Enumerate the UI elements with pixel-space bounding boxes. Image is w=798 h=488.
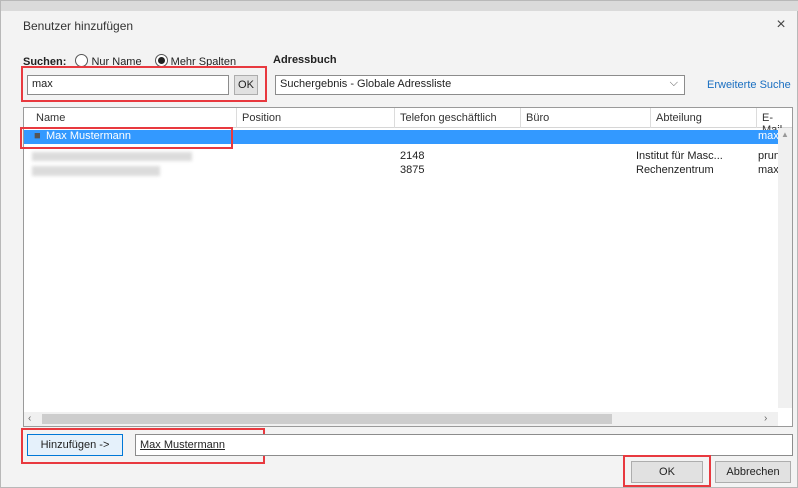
results-list[interactable]: Name Position Telefon geschäftlich Büro … <box>20 107 793 427</box>
row-email: maxi <box>758 164 778 176</box>
row-email: max <box>758 130 779 142</box>
table-row[interactable]: 2148 Institut für Masc... prun <box>24 150 792 164</box>
redacted-name <box>32 152 192 161</box>
search-ok-button[interactable]: OK <box>234 75 258 95</box>
cancel-button[interactable]: Abbrechen <box>715 461 791 483</box>
addressbook-selected: Suchergebnis - Globale Adressliste <box>280 78 452 90</box>
selection-highlight-frame <box>20 127 233 149</box>
table-row[interactable]: 3875 Rechenzentrum maxi <box>24 164 792 178</box>
advanced-search-link[interactable]: Erweiterte Suche <box>707 79 791 91</box>
addressbook-label: Adressbuch <box>273 54 337 66</box>
col-phone[interactable]: Telefon geschäftlich <box>400 112 497 124</box>
vertical-scrollbar[interactable]: ▲ <box>778 128 792 408</box>
add-button[interactable]: Hinzufügen -> <box>27 434 123 456</box>
selected-users-field[interactable]: Max Mustermann <box>135 434 793 456</box>
add-user-dialog: Benutzer hinzufügen × Suchen: Nur Name M… <box>0 0 798 488</box>
row-phone: 3875 <box>400 164 425 176</box>
row-phone: 2148 <box>400 150 425 162</box>
col-office[interactable]: Büro <box>526 112 549 124</box>
col-department[interactable]: Abteilung <box>656 112 702 124</box>
scroll-up-icon[interactable]: ▲ <box>781 130 789 139</box>
row-email: prun <box>758 150 778 162</box>
selected-user: Max Mustermann <box>140 439 225 451</box>
row-department: Rechenzentrum <box>636 164 714 176</box>
redacted-name <box>32 166 160 176</box>
row-department: Institut für Masc... <box>636 150 723 162</box>
col-name[interactable]: Name <box>36 112 65 124</box>
close-icon[interactable]: × <box>771 15 791 35</box>
window-top-strip <box>1 1 798 11</box>
col-position[interactable]: Position <box>242 112 281 124</box>
ok-button[interactable]: OK <box>631 461 703 483</box>
table-header: Name Position Telefon geschäftlich Büro … <box>24 108 792 136</box>
scrollbar-thumb[interactable] <box>42 414 612 424</box>
scroll-left-icon[interactable]: ‹ <box>28 413 31 424</box>
search-input[interactable]: max <box>27 75 229 95</box>
horizontal-scrollbar[interactable]: ‹ › <box>24 412 778 426</box>
dialog-title: Benutzer hinzufügen <box>23 19 134 33</box>
scroll-right-icon[interactable]: › <box>764 413 767 424</box>
chevron-down-icon: ⌵ <box>669 77 678 89</box>
addressbook-select[interactable]: Suchergebnis - Globale Adressliste ⌵ <box>275 75 685 95</box>
